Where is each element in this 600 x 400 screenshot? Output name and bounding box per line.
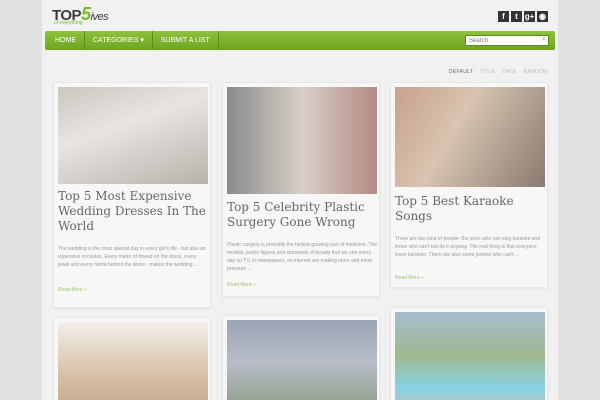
sort-random[interactable]: RANDOM: [524, 69, 548, 75]
read-more-link[interactable]: Read More »: [58, 287, 87, 293]
post-card-pool: [390, 307, 548, 400]
post-card-plastic-surgery: Top 5 Celebrity Plastic Surgery Gone Wro…: [222, 82, 380, 297]
post-title[interactable]: Top 5 Most Expensive Wedding Dresses In …: [58, 189, 208, 234]
main-nav: HOME CATEGORIES ▾ SUBMIT A LIST ⌕: [45, 31, 555, 50]
sort-title[interactable]: TITLE: [480, 69, 495, 75]
read-more-link[interactable]: Read More »: [395, 275, 424, 281]
post-title[interactable]: Top 5 Celebrity Plastic Surgery Gone Wro…: [227, 200, 377, 230]
post-image[interactable]: [395, 312, 545, 400]
nav-categories[interactable]: CATEGORIES ▾: [85, 31, 153, 50]
post-card-karaoke: Top 5 Best Karaoke Songs There are two k…: [390, 82, 548, 288]
site-logo[interactable]: TOP5ives of everything: [52, 4, 122, 28]
post-excerpt: There are two kind of people- the ones w…: [395, 236, 541, 258]
social-links: f t g+ ◉: [498, 11, 548, 22]
post-image[interactable]: [227, 87, 377, 194]
post-card-coast: [222, 315, 380, 400]
nav-home[interactable]: HOME: [45, 31, 85, 50]
post-excerpt: The wedding is the most special day in e…: [58, 246, 206, 268]
post-image[interactable]: [395, 87, 545, 187]
chevron-down-icon: ▾: [140, 37, 144, 44]
post-excerpt: Plastic surgery is probably the fastest …: [227, 242, 377, 272]
google-plus-icon[interactable]: g+: [524, 11, 535, 22]
sort-default[interactable]: DEFAULT: [449, 69, 473, 75]
sort-options: DEFAULT TITLE DATE RANDOM: [449, 69, 548, 75]
sort-date[interactable]: DATE: [502, 69, 516, 75]
twitter-icon[interactable]: t: [511, 11, 522, 22]
search-input[interactable]: [465, 35, 549, 46]
post-card-hair: [53, 317, 211, 400]
post-card-wedding: Top 5 Most Expensive Wedding Dresses In …: [53, 82, 211, 308]
rss-icon[interactable]: ◉: [537, 11, 548, 22]
post-image[interactable]: [58, 322, 208, 400]
logo-tagline: of everything: [54, 20, 83, 26]
post-image[interactable]: [227, 320, 377, 400]
post-title[interactable]: Top 5 Best Karaoke Songs: [395, 194, 545, 224]
nav-submit-list[interactable]: SUBMIT A LIST: [153, 31, 219, 50]
read-more-link[interactable]: Read More »: [227, 282, 256, 288]
search-icon[interactable]: ⌕: [542, 36, 546, 44]
facebook-icon[interactable]: f: [498, 11, 509, 22]
post-image[interactable]: [58, 87, 208, 184]
